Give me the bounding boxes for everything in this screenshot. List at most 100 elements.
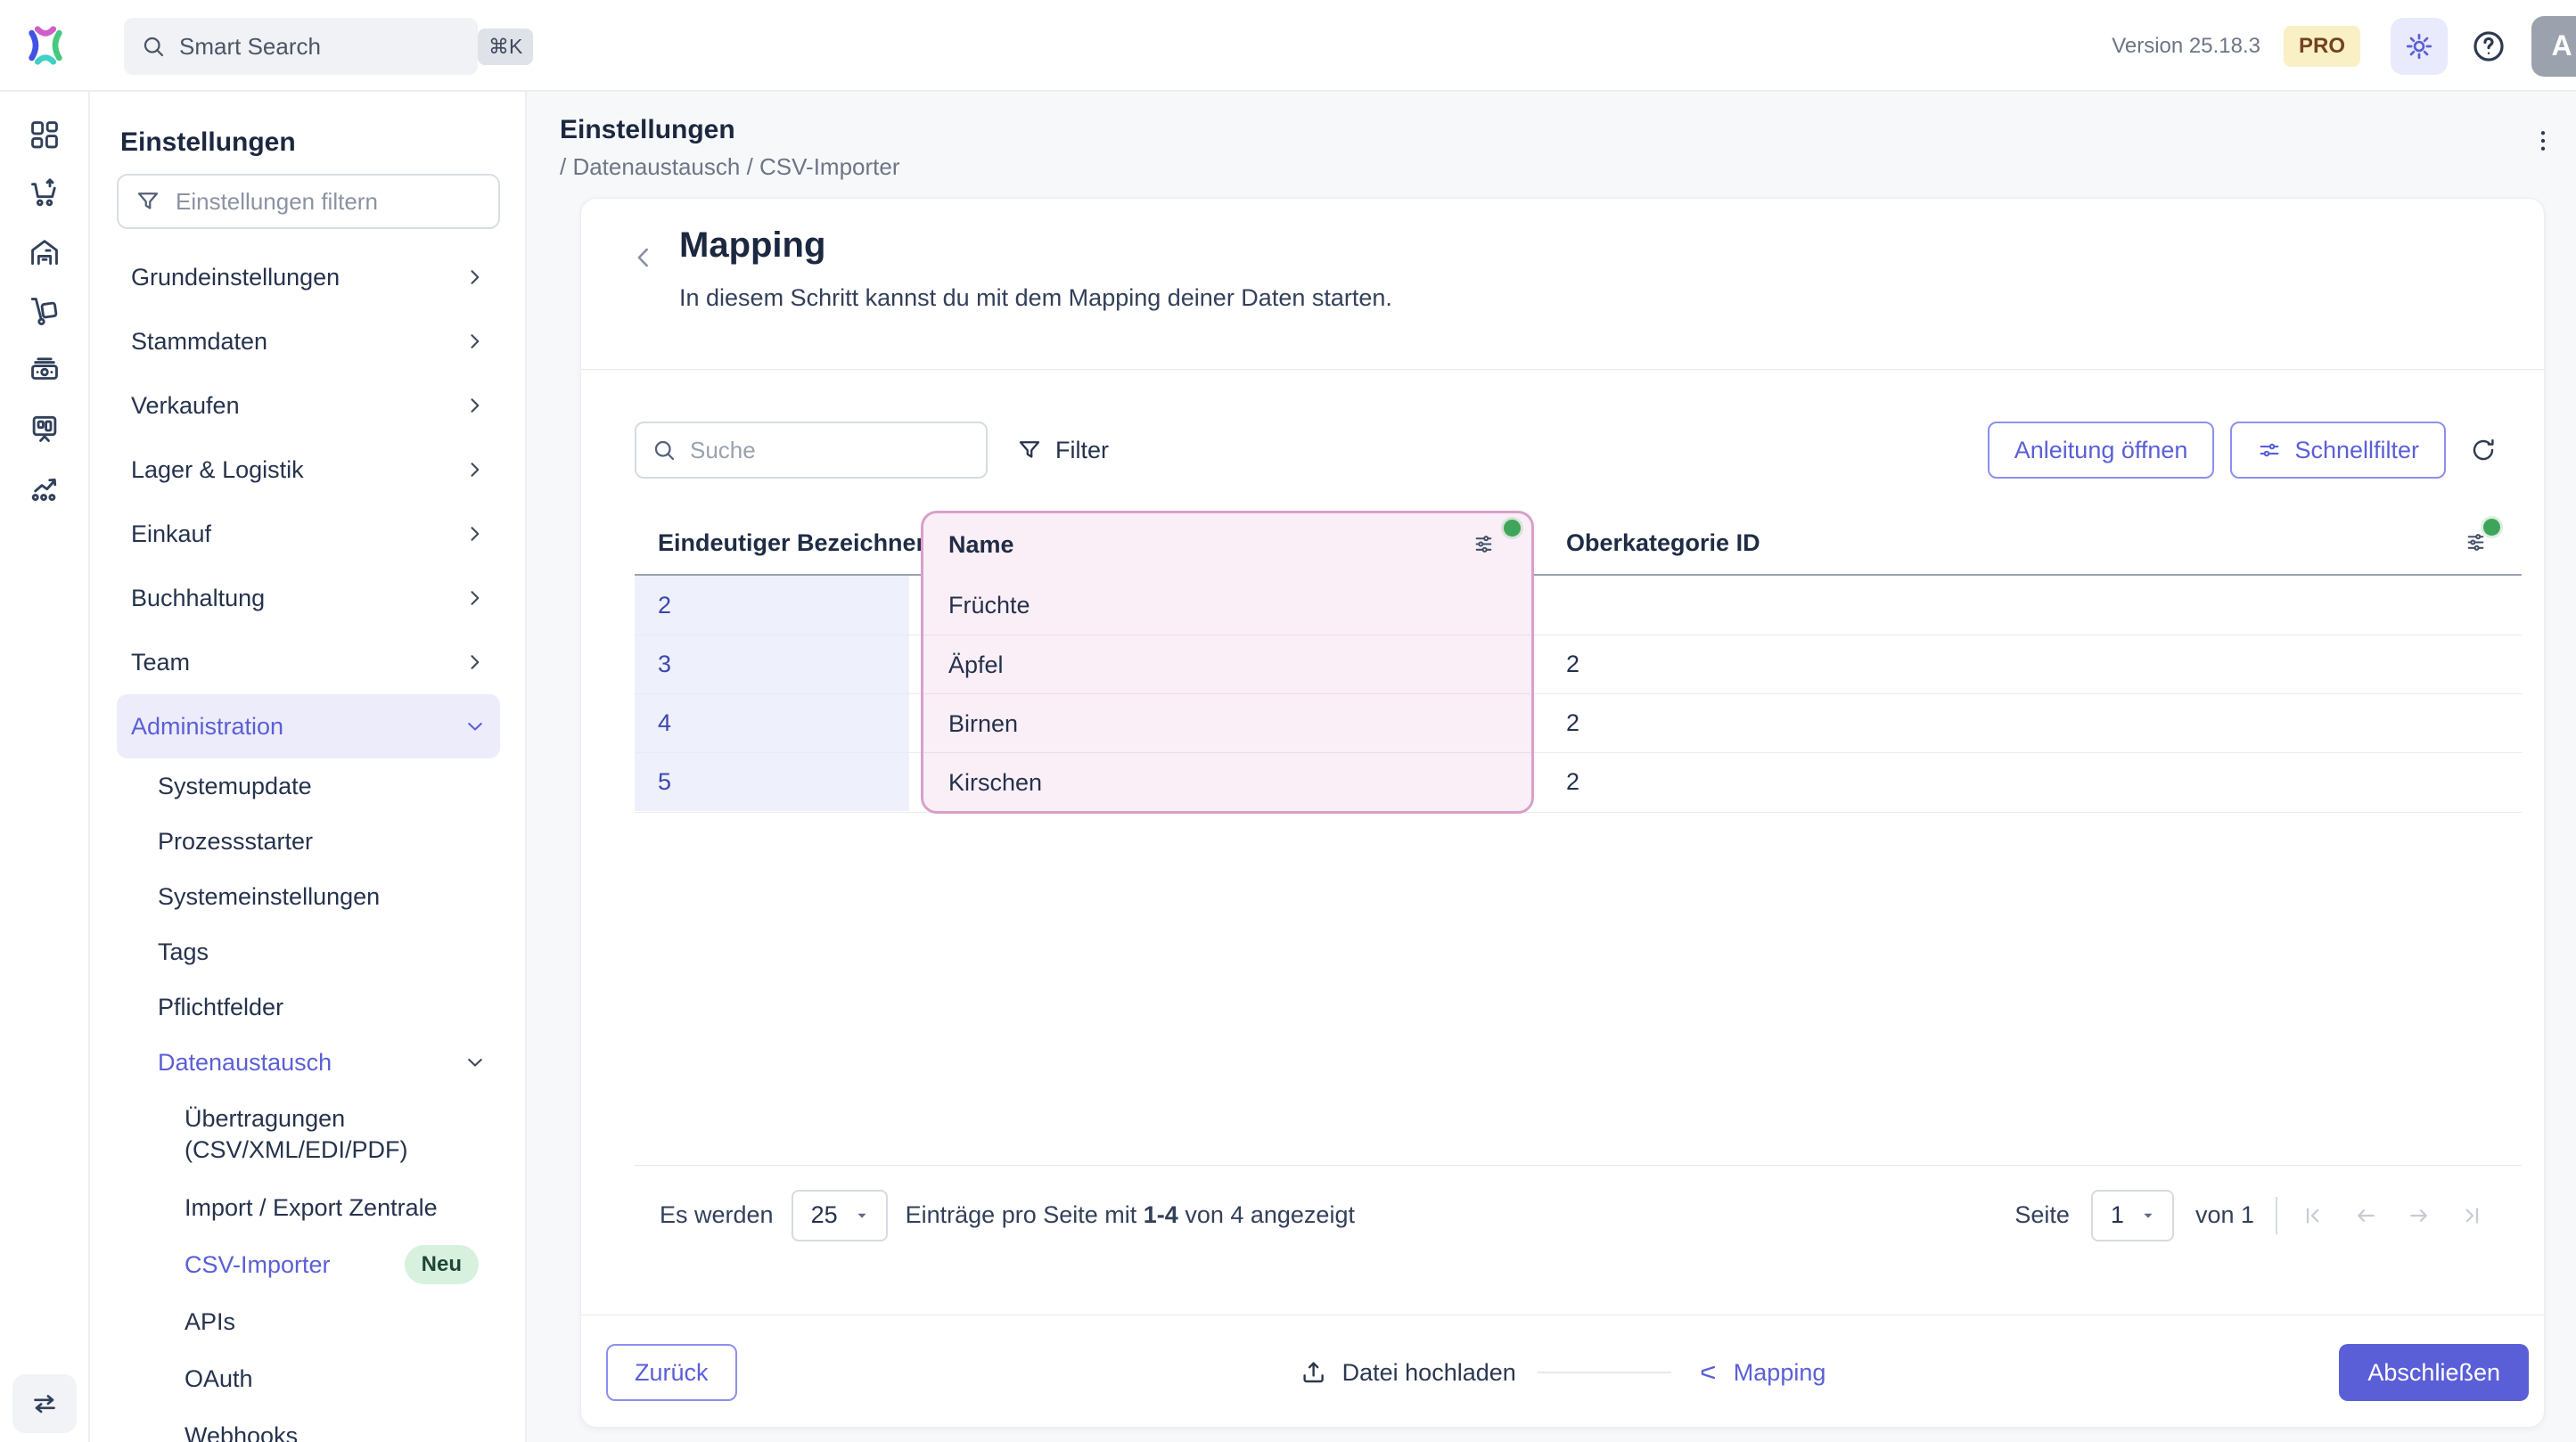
sidebar-filter-input[interactable] xyxy=(176,188,482,216)
sidebar-item-team[interactable]: Team xyxy=(117,630,500,694)
cell-id[interactable]: 5 xyxy=(635,752,909,811)
sidebar-item-verkaufen[interactable]: Verkaufen xyxy=(117,373,500,438)
page-menu-button[interactable] xyxy=(2530,127,2556,154)
sidebar-item-buchhaltung[interactable]: Buchhaltung xyxy=(117,566,500,630)
funnel-icon xyxy=(135,188,161,215)
table-search[interactable] xyxy=(635,422,988,479)
sidebar-item-grundeinstellungen[interactable]: Grundeinstellungen xyxy=(117,245,500,309)
name-column-selected[interactable]: Name FrüchteÄpfelBirnenKirschen xyxy=(921,511,1534,814)
sidebar-item-tags[interactable]: Tags xyxy=(117,924,500,979)
arrow-right-icon[interactable] xyxy=(2406,1202,2432,1229)
breadcrumb: / Datenaustausch / CSV-Importer xyxy=(560,153,2576,181)
smart-search-input[interactable] xyxy=(179,33,478,61)
column-settings-icon[interactable] xyxy=(1472,532,1496,556)
sidebar-item-label: Buchhaltung xyxy=(131,585,463,612)
card-title: Mapping xyxy=(679,225,825,266)
chevron-right-icon xyxy=(463,586,488,610)
sidebar-item-systemupdate[interactable]: Systemupdate xyxy=(117,758,500,814)
chevron-right-icon xyxy=(463,650,488,675)
open-guide-button[interactable]: Anleitung öffnen xyxy=(1988,422,2215,479)
sidebar-item-oauth[interactable]: OAuth xyxy=(117,1350,500,1407)
quickfilter-button[interactable]: Schnellfilter xyxy=(2230,422,2446,479)
cash-icon[interactable] xyxy=(27,352,62,388)
sidebar-item-prozessstarter[interactable]: Prozessstarter xyxy=(117,814,500,869)
finish-button[interactable]: Abschließen xyxy=(2339,1344,2529,1401)
neu-badge: Neu xyxy=(405,1245,479,1284)
cell-name[interactable]: Birnen xyxy=(923,693,1531,752)
xentral-logo[interactable] xyxy=(16,16,75,75)
table-search-input[interactable] xyxy=(690,437,989,464)
card-header: Mapping In diesem Schritt kannst du mit … xyxy=(581,199,2544,370)
first-page-icon[interactable] xyxy=(2299,1202,2326,1229)
cell-name[interactable]: Äpfel xyxy=(923,635,1531,693)
sidebar-item-label: CSV-Importer xyxy=(185,1251,405,1279)
caret-down-icon xyxy=(2138,1206,2158,1225)
warehouse-icon[interactable] xyxy=(27,234,62,270)
sidebar-item-systemeinstellungen[interactable]: Systemeinstellungen xyxy=(117,869,500,924)
cell-id[interactable]: 4 xyxy=(635,693,909,752)
column-settings-icon[interactable] xyxy=(2464,530,2488,554)
cell-id[interactable]: 3 xyxy=(635,635,909,693)
sidebar-item-label: APIs xyxy=(185,1308,488,1336)
help-button[interactable] xyxy=(2469,27,2508,66)
sidebar-item-apis[interactable]: APIs xyxy=(117,1293,500,1350)
dolly-icon[interactable] xyxy=(27,293,62,329)
sidebar-item-label: Übertragungen (CSV/XML/EDI/PDF) xyxy=(185,1103,488,1165)
column-mapped-dot xyxy=(2483,519,2500,536)
sidebar-item-import-export-zentrale[interactable]: Import / Export Zentrale xyxy=(117,1179,500,1236)
search-icon xyxy=(651,437,677,463)
transfer-icon[interactable] xyxy=(12,1374,77,1433)
cell-name[interactable]: Kirschen xyxy=(923,752,1531,811)
sidebar-filter[interactable] xyxy=(117,174,500,229)
grid-icon[interactable] xyxy=(27,117,62,152)
column-header-id[interactable]: Eindeutiger Bezeichner xyxy=(658,511,925,575)
shortcut-badge: ⌘K xyxy=(478,29,533,65)
sidebar-item-administration[interactable]: Administration xyxy=(117,694,500,758)
sidebar-item-einkauf[interactable]: Einkauf xyxy=(117,502,500,566)
sidebar-item-übertragungen-csv-xml-edi-pdf-[interactable]: Übertragungen (CSV/XML/EDI/PDF) xyxy=(117,1090,500,1179)
cart-up-icon[interactable] xyxy=(27,176,62,211)
step-upload[interactable]: Datei hochladen xyxy=(1300,1358,1516,1387)
chevron-right-icon xyxy=(463,265,488,290)
sidebar-item-stammdaten[interactable]: Stammdaten xyxy=(117,309,500,373)
last-page-icon[interactable] xyxy=(2459,1202,2486,1229)
sidebar-item-label: Administration xyxy=(131,713,463,741)
cell-parent-id[interactable]: 2 xyxy=(1566,752,1579,811)
sidebar-item-webhooks[interactable]: Webhooks xyxy=(117,1407,500,1442)
cell-parent-id[interactable]: 2 xyxy=(1566,635,1579,693)
page-count: von 1 xyxy=(2195,1201,2254,1229)
cell-parent-id[interactable]: 2 xyxy=(1566,693,1579,752)
column-mapped-dot xyxy=(1504,520,1521,537)
pagination-summary: Einträge pro Seite mit 1-4 von 4 angezei… xyxy=(906,1201,1355,1229)
smart-search[interactable]: ⌘K xyxy=(124,18,478,75)
page-select[interactable]: 1 xyxy=(2091,1190,2174,1241)
step-mapping[interactable]: Mapping xyxy=(1693,1359,1826,1387)
settings-gear-button[interactable] xyxy=(2391,18,2448,75)
cell-id[interactable]: 2 xyxy=(635,576,909,635)
sidebar-item-pflichtfelder[interactable]: Pflichtfelder xyxy=(117,979,500,1035)
filter-button[interactable]: Filter xyxy=(1016,422,1109,479)
back-chevron-button[interactable] xyxy=(624,238,663,277)
sidebar-item-csv-importer[interactable]: CSV-ImporterNeu xyxy=(117,1236,500,1293)
cell-name[interactable]: Früchte xyxy=(923,576,1531,635)
sidebar-item-datenaustausch[interactable]: Datenaustausch xyxy=(117,1035,500,1090)
sidebar-item-label: Prozessstarter xyxy=(158,828,488,856)
chevron-down-icon xyxy=(463,1050,488,1075)
refresh-icon[interactable] xyxy=(2469,436,2498,464)
user-avatar[interactable]: A xyxy=(2531,16,2576,77)
card-subtitle: In diesem Schritt kannst du mit dem Mapp… xyxy=(679,284,1392,312)
page-size-select[interactable]: 25 xyxy=(792,1190,888,1241)
chart-icon[interactable] xyxy=(27,470,62,505)
arrow-left-icon[interactable] xyxy=(2352,1202,2379,1229)
sidebar-item-lager-logistik[interactable]: Lager & Logistik xyxy=(117,438,500,502)
search-icon xyxy=(140,33,167,60)
sidebar-item-label: Verkaufen xyxy=(131,392,463,420)
sidebar-item-label: Import / Export Zentrale xyxy=(185,1194,488,1222)
board-icon[interactable] xyxy=(27,411,62,447)
pagination-prefix: Es werden xyxy=(660,1201,774,1229)
column-header-parent[interactable]: Oberkategorie ID xyxy=(1566,511,1760,575)
settings-sidebar: Einstellungen GrundeinstellungenStammdat… xyxy=(92,92,527,1442)
back-button[interactable]: Zurück xyxy=(606,1344,737,1401)
column-header-name[interactable]: Name xyxy=(948,513,1014,576)
sidebar-item-label: Team xyxy=(131,649,463,676)
